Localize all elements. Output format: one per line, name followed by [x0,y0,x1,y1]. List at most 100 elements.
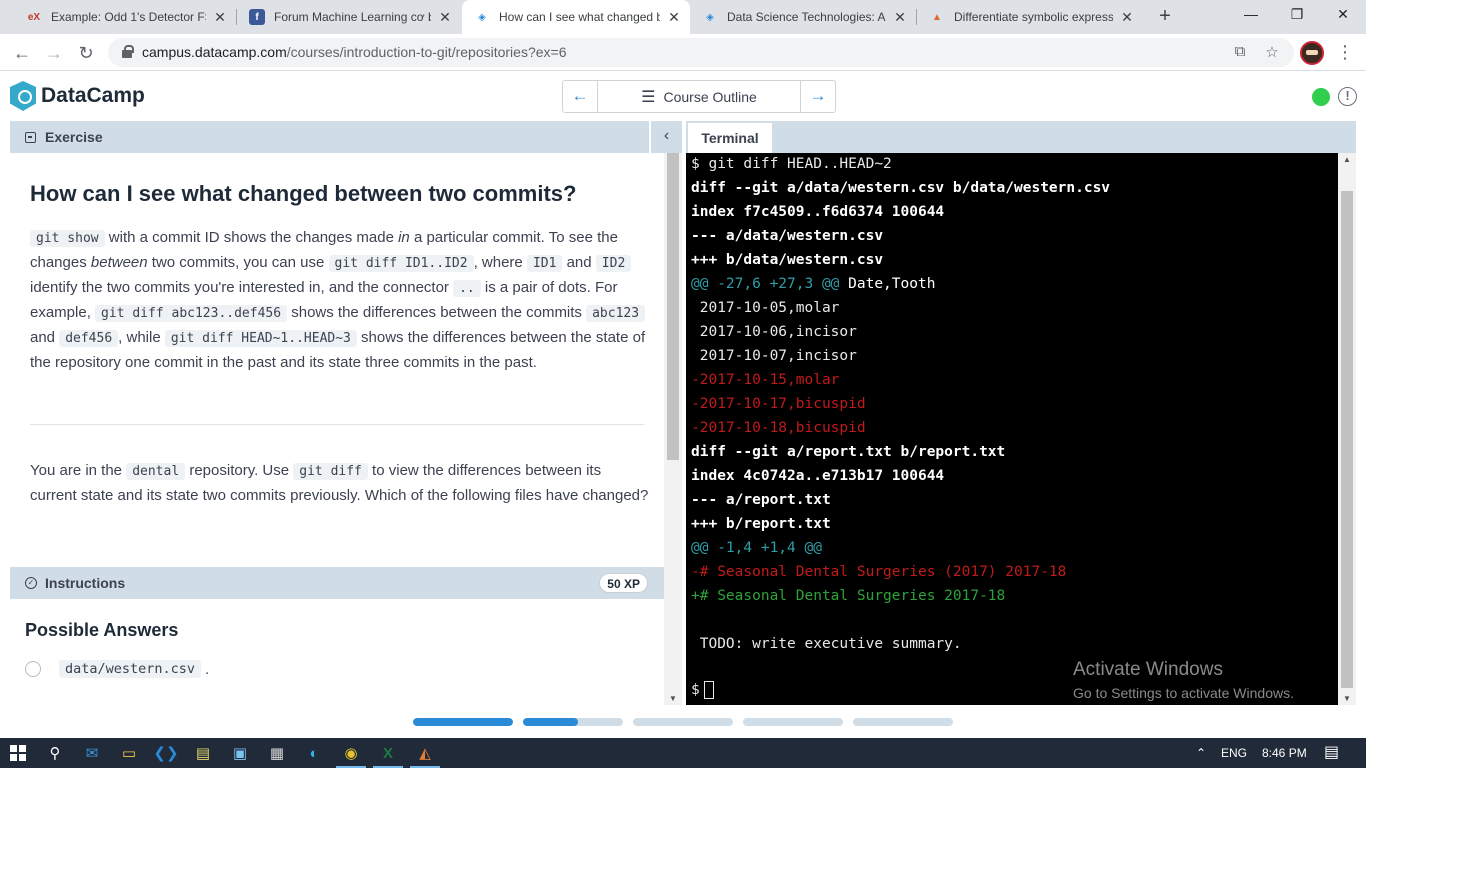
close-window-button[interactable]: ✕ [1320,0,1366,30]
terminal-line-rest: Date,Tooth [839,276,936,292]
terminal-line-text: 2017-10-07,incisor [691,348,857,364]
answer-option[interactable]: data/western.csv . [25,660,209,678]
tab-title: Differentiate symbolic express [954,10,1113,24]
browser-toolbar: ← → ↻ campus.datacamp.com/courses/introd… [0,34,1366,71]
terminal-line: diff --git a/report.txt b/report.txt [691,444,1005,460]
forward-arrow-icon[interactable]: → [41,40,67,66]
language-indicator[interactable]: ENG [1221,738,1247,768]
tab-terminal[interactable]: Terminal [688,123,772,153]
text: , where [473,254,527,271]
scrollbar-thumb[interactable] [667,153,679,460]
terminal-prompt[interactable]: $ [691,681,714,699]
calendar-icon[interactable]: ▦ [258,738,296,768]
chrome-icon[interactable]: ◉ [332,738,370,768]
menu-kebab-icon[interactable]: ⋮ [1335,41,1355,65]
browser-tab-data-science[interactable]: ◈ Data Science Technologies: An ✕ [690,0,916,34]
browser-tab-datacamp-active[interactable]: ◈ How can I see what changed b ✕ [462,0,690,34]
progress-fill [523,718,578,726]
terminal-line: 2017-10-05,molar [691,300,840,316]
windows-start-icon[interactable] [0,738,36,768]
search-icon[interactable]: ⚲ [36,738,74,768]
address-bar[interactable]: campus.datacamp.com/courses/introduction… [108,38,1294,67]
collapse-panel-button[interactable]: ‹ [650,121,682,153]
scroll-down-arrow-icon[interactable]: ▼ [1338,694,1356,703]
terminal-line: index f7c4509..f6d6374 100644 [691,204,944,220]
text: two commits, you can use [147,254,329,271]
edge-icon[interactable]: ◐ [295,738,333,768]
scrollbar-thumb[interactable] [1341,191,1353,688]
check-circle-icon: ✓ [25,577,37,589]
inline-code: .. [453,280,481,297]
exercise-scrollbar[interactable]: ▼ [664,153,682,705]
terminal-scrollbar[interactable]: ▲ ▼ [1338,153,1356,705]
close-tab-icon[interactable]: ✕ [212,9,228,26]
previous-exercise-button[interactable]: ← [563,81,597,112]
scroll-down-arrow-icon[interactable]: ▼ [664,694,682,703]
terminal-line: -# Seasonal Dental Surgeries (2017) 2017… [691,564,1066,580]
excel-icon[interactable]: X [369,738,407,768]
new-tab-button[interactable]: + [1153,5,1177,29]
exercise-question: You are in the dental repository. Use gi… [30,459,650,508]
browser-tab-matlab[interactable]: ▲ Differentiate symbolic express ✕ [917,0,1143,34]
exercise-icon [25,131,36,143]
terminal-line-text: -2017-10-17,bicuspid [691,396,866,412]
minimize-button[interactable]: — [1228,0,1274,30]
screen: eX Example: Odd 1's Detector FSM ✕ f For… [0,0,1480,870]
divider [30,424,644,425]
inline-code: ID2 [595,255,632,272]
inline-code: git diff HEAD~1..HEAD~3 [164,330,357,347]
close-tab-icon[interactable]: ✕ [666,9,682,26]
close-tab-icon[interactable]: ✕ [892,9,908,26]
inline-code: git diff abc123..def456 [95,305,288,322]
notification-icon[interactable]: ▤ [1324,738,1339,768]
close-tab-icon[interactable]: ✕ [437,9,453,26]
url-text[interactable]: campus.datacamp.com/courses/introduction… [142,44,567,60]
course-outline-button[interactable]: ☰ Course Outline [597,81,801,112]
facebook-icon: f [249,9,265,25]
terminal-line-text: +++ b/data/western.csv [691,252,884,268]
datacamp-logo-icon [10,81,36,111]
inline-code: git show [30,230,105,247]
reload-icon[interactable]: ↻ [73,40,99,66]
text: , while [118,329,165,346]
bookmark-star-icon[interactable]: ☆ [1262,43,1282,63]
scroll-up-arrow-icon[interactable]: ▲ [1338,155,1356,164]
info-icon[interactable]: ! [1338,87,1357,106]
exercise-header-label: Exercise [45,129,103,145]
text: shows the differences between the commit… [287,304,587,321]
maximize-button[interactable]: ❐ [1274,0,1320,30]
file-explorer-icon[interactable]: ▭ [110,738,148,768]
translate-icon[interactable]: ⧉ [1230,43,1250,63]
vscode-icon[interactable]: ❮❯ [147,738,185,768]
next-exercise-button[interactable]: → [801,81,835,112]
terminal-line: --- a/data/western.csv [691,228,883,244]
clock[interactable]: 8:46 PM [1262,738,1307,768]
answer-code: data/western.csv [59,660,202,678]
radio-button[interactable] [25,661,41,677]
terminal-line: TODO: write executive summary. [691,636,962,652]
excel-glyph: X [382,744,393,762]
notes-icon[interactable]: ▤ [184,738,222,768]
browser-tab-forum[interactable]: f Forum Machine Learning cơ bản ✕ [237,0,461,34]
tray-chevron-up-icon[interactable]: ⌃ [1196,738,1206,768]
terminal-line-text: -2017-10-18,bicuspid [691,420,866,436]
mail-icon[interactable]: ✉ [73,738,111,768]
terminal-line: 2017-10-07,incisor [691,348,857,364]
terminal-output[interactable]: Activate Windows Go to Settings to activ… [686,153,1338,705]
terminal-line-text: index 4c0742a..e713b17 100644 [691,468,945,484]
close-tab-icon[interactable]: ✕ [1119,9,1135,26]
progress-segment [633,718,733,726]
progress-fill [413,718,513,726]
url-path: /courses/introduction-to-git/repositorie… [286,44,567,60]
tab-title: How can I see what changed b [499,10,660,24]
windows-taskbar: ⌃ ENG 8:46 PM ▤ ⚲ ✉ ▭ ❮❯ ▤ ▣ ▦ ◐ ◉ X ◭ [0,738,1366,768]
terminal-line: $ git diff HEAD..HEAD~2 [691,156,892,172]
browser-tab-odd-detector[interactable]: eX Example: Odd 1's Detector FSM ✕ [14,0,236,34]
remote-desktop-icon[interactable]: ▣ [221,738,259,768]
profile-avatar[interactable] [1300,41,1324,65]
terminal-line: -2017-10-17,bicuspid [691,396,866,412]
back-arrow-icon[interactable]: ← [9,40,35,66]
tab-title: Forum Machine Learning cơ bản [274,10,431,24]
instructions-header[interactable]: ✓ Instructions 50 XP [10,567,664,599]
matlab-icon[interactable]: ◭ [406,738,444,768]
